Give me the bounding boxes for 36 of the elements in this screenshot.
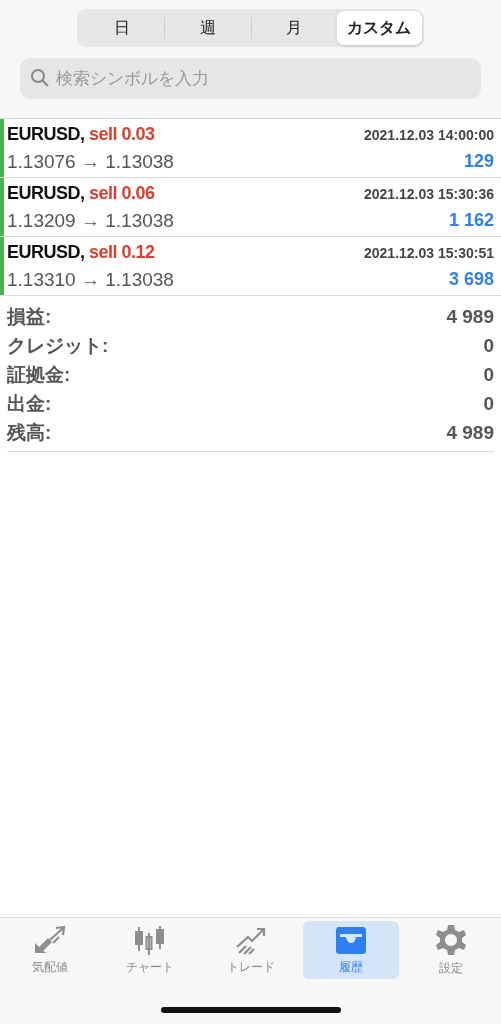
- summary-value: 0: [483, 363, 494, 386]
- deal-profit: 129: [463, 151, 494, 172]
- deal-prices: 1.13076 → 1.13038: [7, 150, 174, 173]
- deal-symbol: EURUSD, sell 0.06: [7, 183, 155, 204]
- tab-bar-item[interactable]: 設定: [402, 921, 499, 979]
- deal-time: 2021.12.03 14:00:00: [364, 126, 494, 143]
- summary-value: 0: [483, 392, 494, 415]
- settings-icon: [434, 923, 467, 956]
- deal-profit: 1 162: [448, 210, 494, 231]
- tab-bar-item[interactable]: チャート: [102, 921, 199, 979]
- deal-time: 2021.12.03 15:30:51: [364, 244, 494, 261]
- summary-value: 0: [483, 334, 494, 357]
- period-tab[interactable]: カスタム: [336, 11, 422, 45]
- inbox-icon: [333, 924, 368, 955]
- tab-bar-item[interactable]: トレード: [202, 921, 299, 979]
- deal-time: 2021.12.03 15:30:36: [364, 185, 494, 202]
- summary-label: 証拠金:: [7, 362, 71, 387]
- summary-label: 残高:: [7, 420, 52, 445]
- search-field[interactable]: 検索シンボルを入力: [20, 58, 481, 99]
- deal-symbol: EURUSD, sell 0.12: [7, 242, 155, 263]
- period-tab[interactable]: 月: [250, 17, 337, 39]
- deal-symbol: EURUSD, sell 0.03: [7, 124, 155, 145]
- period-tab[interactable]: 日: [79, 17, 165, 39]
- summary-label: クレジット:: [7, 333, 109, 358]
- tab-bar-item[interactable]: 気配値: [2, 921, 99, 979]
- search-icon: [30, 68, 50, 88]
- deal-prices: 1.13209 → 1.13038: [7, 209, 174, 232]
- summary-label: 損益:: [7, 304, 52, 329]
- summary-label: 出金:: [7, 391, 52, 416]
- deal-prices: 1.13310 → 1.13038: [7, 268, 174, 291]
- deal-profit: 3 698: [448, 269, 494, 290]
- tab-bar-item[interactable]: 履歴: [302, 921, 399, 979]
- arrows-icon: [33, 924, 68, 955]
- summary-value: 4 989: [446, 305, 494, 328]
- period-tab[interactable]: 週: [164, 17, 251, 39]
- summary-value: 4 989: [446, 421, 494, 444]
